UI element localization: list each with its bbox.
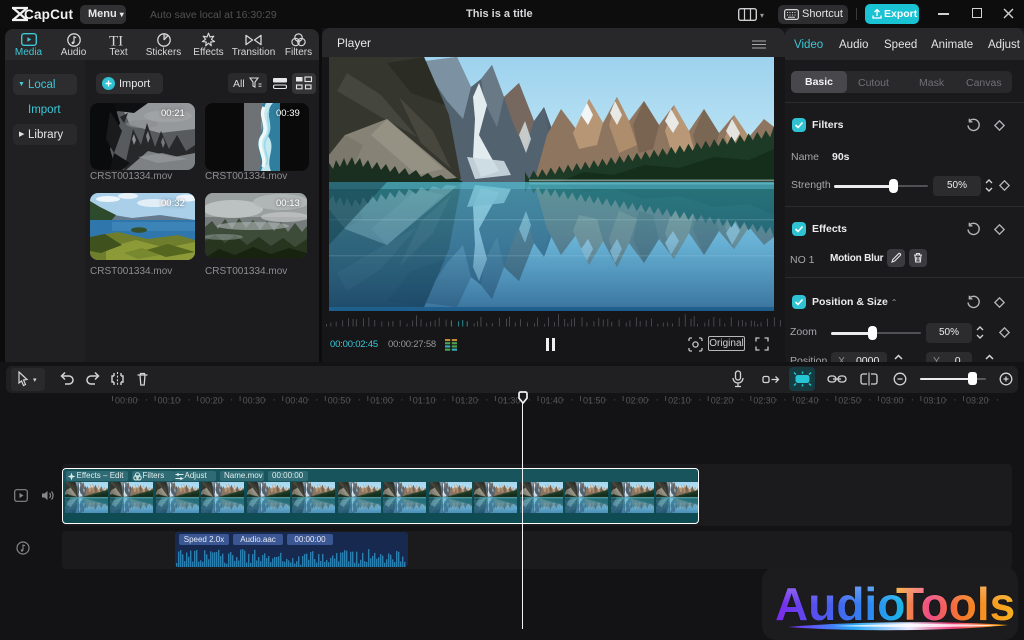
svg-text:00:30: 00:30 bbox=[243, 396, 266, 406]
svg-text:00:40: 00:40 bbox=[285, 396, 308, 406]
svg-text:01:40: 01:40 bbox=[541, 396, 564, 406]
svg-text:01:00: 01:00 bbox=[370, 396, 393, 406]
svg-text:00:50: 00:50 bbox=[328, 396, 351, 406]
svg-text:03:10: 03:10 bbox=[923, 396, 946, 406]
svg-text:00:00: 00:00 bbox=[115, 396, 138, 406]
svg-text:02:10: 02:10 bbox=[668, 396, 691, 406]
svg-text:01:10: 01:10 bbox=[413, 396, 436, 406]
svg-text:00:10: 00:10 bbox=[158, 396, 181, 406]
svg-text:02:00: 02:00 bbox=[626, 396, 649, 406]
svg-text:03:00: 03:00 bbox=[881, 396, 904, 406]
svg-text:00:20: 00:20 bbox=[200, 396, 223, 406]
svg-text:Tools: Tools bbox=[896, 578, 1014, 630]
svg-text:03:20: 03:20 bbox=[966, 396, 989, 406]
svg-text:02:40: 02:40 bbox=[796, 396, 819, 406]
svg-text:02:30: 02:30 bbox=[753, 396, 776, 406]
svg-text:Audio: Audio bbox=[775, 578, 905, 630]
svg-text:02:50: 02:50 bbox=[838, 396, 861, 406]
svg-text:TI: TI bbox=[109, 33, 123, 47]
svg-text:01:50: 01:50 bbox=[583, 396, 606, 406]
svg-text:01:20: 01:20 bbox=[455, 396, 478, 406]
svg-text:02:20: 02:20 bbox=[711, 396, 734, 406]
